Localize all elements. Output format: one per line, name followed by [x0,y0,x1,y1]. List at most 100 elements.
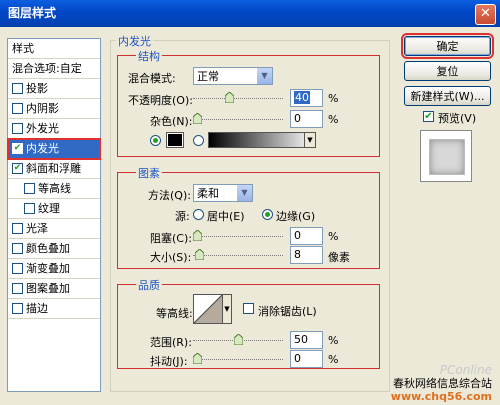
size-label: 大小(S): [150,251,192,264]
style-item-checkbox[interactable] [12,283,23,294]
watermark: PConline 春秋网络信息综合站 www.chq56.com [391,363,492,404]
size-slider[interactable] [193,246,283,262]
gradient-picker[interactable]: ▼ [208,132,316,148]
blend-mode-value: 正常 [197,70,219,83]
style-item-checkbox[interactable] [24,203,35,214]
style-item[interactable]: 渐变叠加 [8,259,100,279]
noise-slider[interactable] [193,110,283,126]
source-label: 源: [175,210,190,223]
slider-thumb[interactable] [193,113,202,124]
style-item[interactable]: 光泽 [8,219,100,239]
method-select[interactable]: 柔和 ▼ [193,184,253,202]
jitter-input[interactable]: 0 [290,350,323,368]
range-slider[interactable] [193,331,283,347]
style-item[interactable]: 样式 [8,39,100,59]
slider-thumb[interactable] [195,249,204,260]
style-item[interactable]: 颜色叠加 [8,239,100,259]
jitter-slider[interactable] [193,350,283,366]
size-value: 8 [294,248,301,261]
style-item-checkbox[interactable] [24,183,35,194]
contour-picker[interactable] [193,294,223,324]
preview-label: 预览(V) [438,112,477,125]
opacity-slider[interactable] [193,89,283,105]
anti-alias-checkbox[interactable] [243,303,254,314]
jitter-value: 0 [294,352,301,365]
style-item[interactable]: 纹理 [8,199,100,219]
style-item-checkbox[interactable] [12,83,23,94]
style-preview-thumbnail [420,130,472,182]
style-item[interactable]: ✔ 内发光 [7,138,101,160]
ok-button[interactable]: 确定 [401,33,494,59]
style-item[interactable]: ✔ 斜面和浮雕 [8,159,100,179]
choke-input[interactable]: 0 [290,227,323,245]
percent-label: % [328,353,339,366]
anti-alias-label: 消除锯齿(L) [258,305,317,318]
elements-title: 图素 [136,165,162,181]
style-item[interactable]: 等高线 [8,179,100,199]
slider-thumb[interactable] [234,334,243,345]
gradient-radio[interactable] [193,135,204,146]
noise-input[interactable]: 0 [290,110,323,128]
style-item-label: 等高线 [38,182,71,195]
style-item-checkbox[interactable] [12,243,23,254]
structure-title: 结构 [136,48,162,64]
title-bar[interactable]: 图层样式 ✕ [0,0,500,27]
chevron-down-icon: ▼ [256,68,272,84]
style-item-label: 图案叠加 [26,282,70,295]
style-item[interactable]: 混合选项:自定 [8,59,100,79]
style-item-label: 纹理 [38,202,60,215]
style-item[interactable]: 图案叠加 [8,279,100,299]
opacity-input[interactable]: 40 [290,89,323,107]
style-item[interactable]: 外发光 [8,119,100,139]
noise-value: 0 [294,112,301,125]
window-title: 图层样式 [8,6,57,20]
close-icon[interactable]: ✕ [475,4,496,25]
style-item-label: 投影 [26,82,48,95]
range-input[interactable]: 50 [290,331,323,349]
size-input[interactable]: 8 [290,246,323,264]
blend-mode-select[interactable]: 正常 ▼ [193,67,273,85]
chevron-down-icon[interactable]: ▼ [223,294,232,324]
opacity-label: 不透明度(O): [128,94,193,107]
source-center-radio[interactable] [193,209,204,220]
style-item-label: 描边 [26,302,48,315]
style-item-label: 斜面和浮雕 [26,162,81,175]
source-edge-label: 边缘(G) [276,210,316,223]
watermark-logo: PConline [439,363,492,377]
range-value: 50 [294,333,308,346]
preview-checkbox[interactable]: ✔ [423,111,434,122]
jitter-label: 抖动(J): [150,355,188,368]
style-item-checkbox[interactable] [12,223,23,234]
color-swatch-fill [168,134,182,146]
style-item-label: 样式 [12,42,34,55]
style-item-label: 混合选项:自定 [12,62,82,75]
solid-color-radio[interactable] [150,135,161,146]
style-item-checkbox[interactable]: ✔ [12,143,23,154]
style-item-checkbox[interactable] [12,103,23,114]
percent-label: % [328,230,339,243]
slider-thumb[interactable] [193,230,202,241]
style-item-checkbox[interactable]: ✔ [12,163,23,174]
source-edge-radio[interactable] [262,209,273,220]
style-item-label: 光泽 [26,222,48,235]
style-item-checkbox[interactable] [12,303,23,314]
style-item[interactable]: 投影 [8,79,100,99]
style-item[interactable]: 内阴影 [8,99,100,119]
choke-slider[interactable] [193,227,283,243]
style-item-checkbox[interactable] [12,263,23,274]
slider-thumb[interactable] [225,92,234,103]
source-center-label: 居中(E) [207,210,245,223]
choke-label: 阻塞(C): [150,232,192,245]
slider-thumb[interactable] [193,353,202,364]
blend-mode-label: 混合模式: [128,72,176,85]
color-swatch[interactable] [166,132,184,148]
reset-button[interactable]: 复位 [404,61,491,81]
style-item[interactable]: 描边 [8,299,100,319]
contour-label: 等高线: [156,307,193,320]
choke-value: 0 [294,229,301,242]
new-style-button[interactable]: 新建样式(W)... [404,86,491,106]
style-item-checkbox[interactable] [12,123,23,134]
style-item-label: 内发光 [26,142,59,155]
percent-label: % [328,113,339,126]
style-item-label: 渐变叠加 [26,262,70,275]
